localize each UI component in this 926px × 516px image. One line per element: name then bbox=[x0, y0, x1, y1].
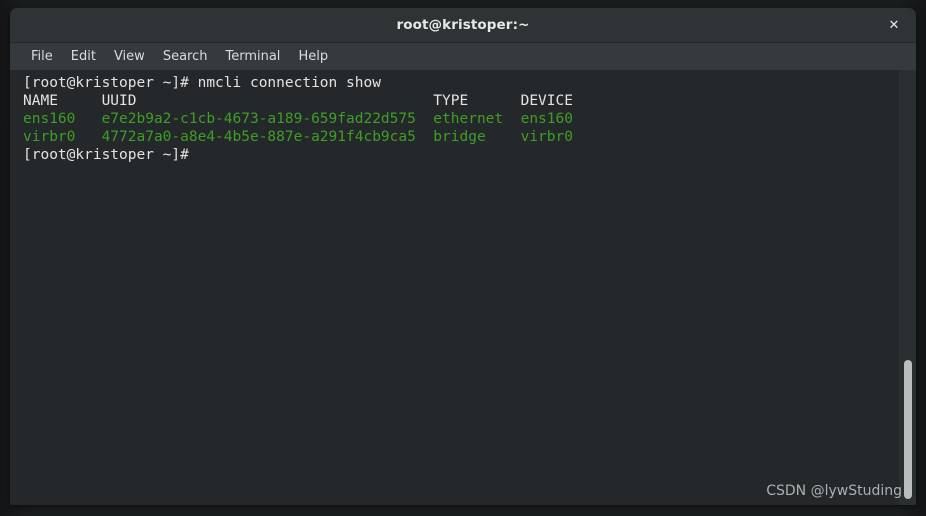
terminal-line-table-header: NAME UUID TYPE DEVICE bbox=[23, 93, 573, 109]
window-title: root@kristoper:~ bbox=[396, 17, 530, 33]
terminal-screen[interactable]: [root@kristoper ~]# nmcli connection sho… bbox=[10, 70, 899, 505]
close-icon[interactable]: ✕ bbox=[884, 15, 904, 35]
terminal-line-command: [root@kristoper ~]# nmcli connection sho… bbox=[23, 75, 381, 91]
scrollbar-thumb[interactable] bbox=[904, 360, 912, 499]
menu-item-search[interactable]: Search bbox=[154, 47, 217, 66]
terminal-line-row-ens160: ens160 e7e2b9a2-c1cb-4673-a189-659fad22d… bbox=[23, 111, 573, 127]
menu-item-terminal[interactable]: Terminal bbox=[216, 47, 289, 66]
menu-item-help[interactable]: Help bbox=[289, 47, 337, 66]
desktop-background: root@kristoper:~ ✕ File Edit View Search… bbox=[0, 0, 926, 516]
window-titlebar[interactable]: root@kristoper:~ ✕ bbox=[10, 8, 916, 43]
terminal-line-prompt: [root@kristoper ~]# bbox=[23, 147, 189, 163]
terminal-window: root@kristoper:~ ✕ File Edit View Search… bbox=[10, 8, 916, 505]
menu-item-view[interactable]: View bbox=[105, 47, 154, 66]
menubar: File Edit View Search Terminal Help bbox=[10, 43, 916, 70]
terminal-scrollbar[interactable] bbox=[899, 70, 916, 505]
terminal-body[interactable]: [root@kristoper ~]# nmcli connection sho… bbox=[10, 70, 916, 505]
menu-item-file[interactable]: File bbox=[24, 47, 62, 66]
terminal-line-row-virbr0: virbr0 4772a7a0-a8e4-4b5e-887e-a291f4cb9… bbox=[23, 129, 573, 145]
menu-item-edit[interactable]: Edit bbox=[62, 47, 105, 66]
